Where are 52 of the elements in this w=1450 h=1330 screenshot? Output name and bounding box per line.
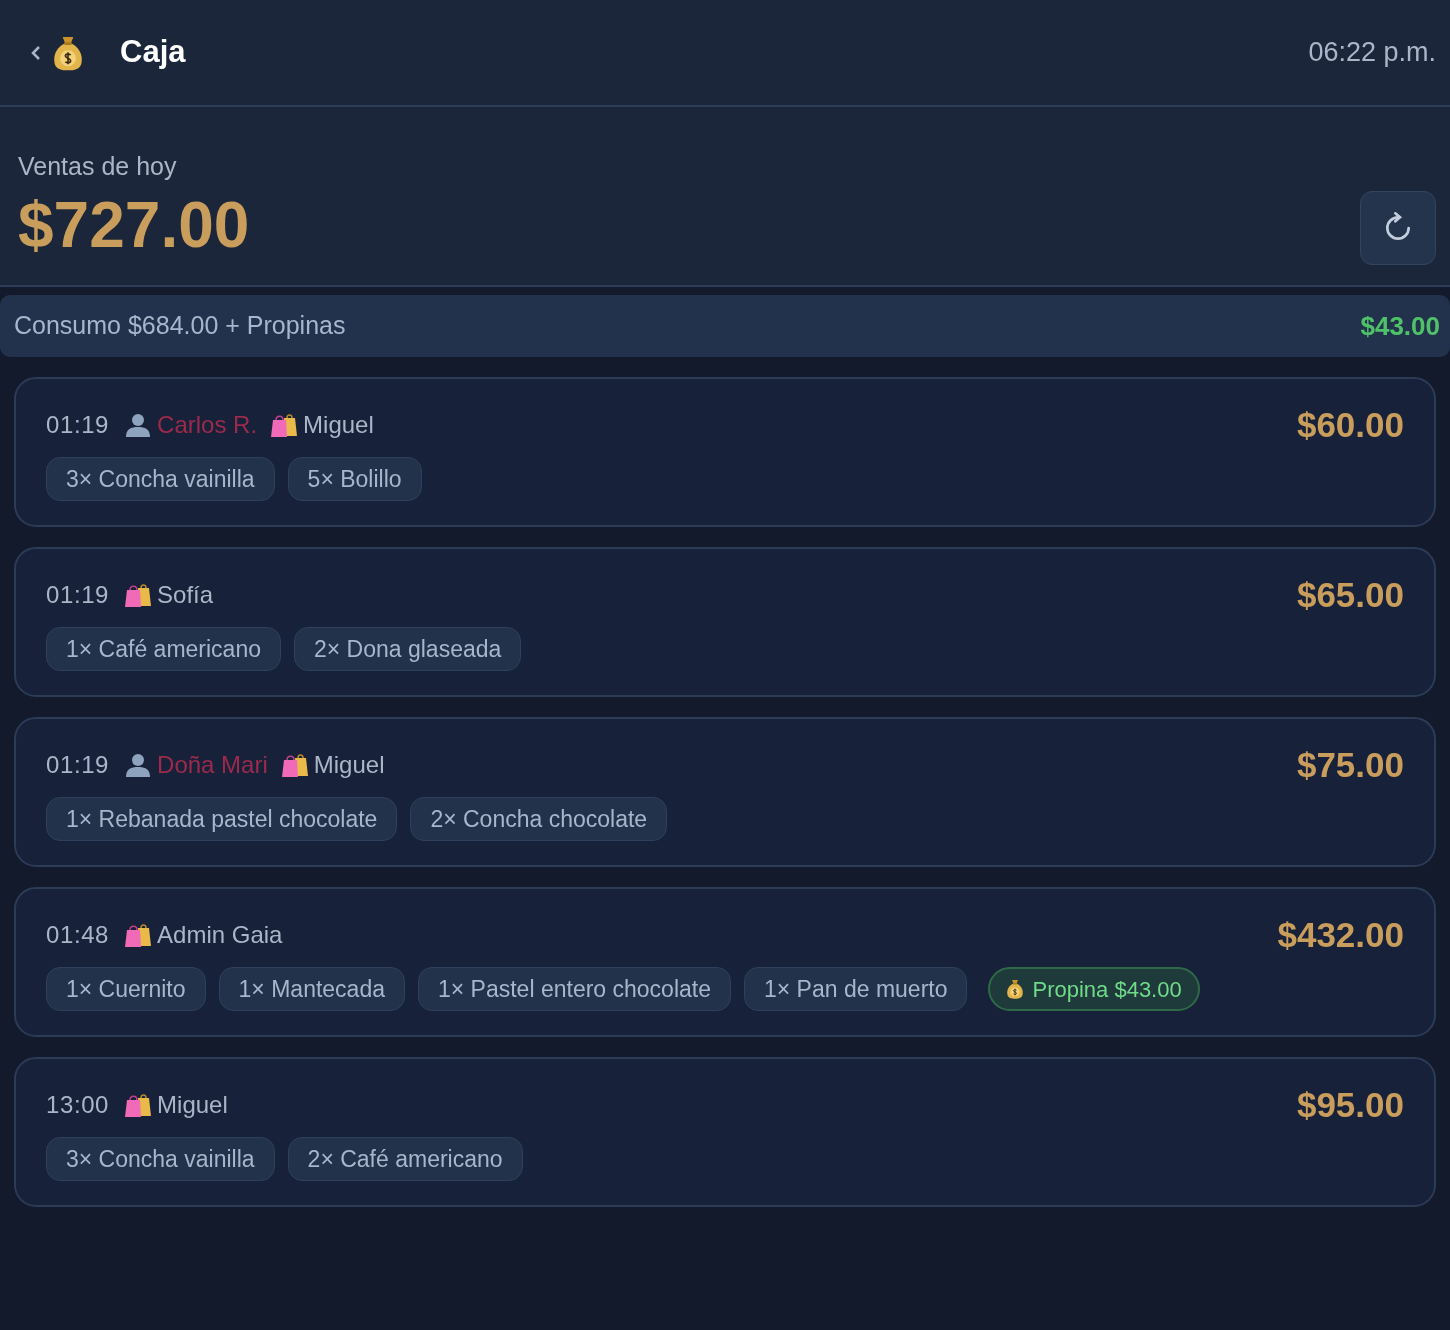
order-time: 01:19	[46, 580, 110, 610]
breakdown-label: Consumo $684.00 + Propinas	[14, 310, 346, 342]
item-chip: 1× Pastel entero chocolate	[418, 967, 731, 1011]
item-chip: 1× Cuernito	[46, 967, 206, 1011]
order-total: $65.00	[1296, 575, 1404, 615]
chevron-left-icon	[30, 43, 42, 62]
seller-name: Admin Gaia	[157, 920, 283, 950]
order-time: 13:00	[46, 1090, 110, 1120]
item-chip: 1× Café americano	[46, 627, 281, 671]
shopping-bags-icon	[125, 1093, 152, 1117]
customer-name: Doña Mari	[157, 750, 268, 780]
shopping-bags-icon	[125, 583, 152, 607]
tips-total: $43.00	[1360, 309, 1440, 343]
item-chip: 1× Pan de muerto	[744, 967, 968, 1011]
person-icon	[125, 413, 152, 437]
seller-name: Miguel	[157, 1090, 228, 1120]
sales-label: Ventas de hoy	[18, 150, 178, 182]
seller-name: Sofía	[157, 580, 214, 610]
order-total: $95.00	[1296, 1085, 1404, 1125]
item-chip: 5× Bolillo	[287, 457, 422, 501]
item-chip: 1× Rebanada pastel chocolate	[46, 797, 398, 841]
seller-name: Miguel	[313, 750, 385, 780]
sales-total: $727.00	[18, 188, 250, 263]
order-total: $75.00	[1296, 745, 1404, 785]
item-chip: 1× Mantecada	[218, 967, 405, 1011]
page-title: Caja	[120, 33, 186, 72]
order-total: $432.00	[1277, 915, 1404, 955]
shopping-bags-icon	[125, 923, 152, 947]
order-card[interactable]: 01:19 Doña Mari Miguel 1× Rebanada pastel chocolate 2× Concha chocolate $75.00	[14, 717, 1436, 867]
item-chip: 3× Concha vainilla	[46, 457, 275, 501]
shopping-bags-icon	[271, 413, 298, 437]
money-bag-icon	[1006, 978, 1025, 1000]
order-time: 01:19	[46, 750, 110, 780]
shopping-bags-icon	[281, 753, 308, 777]
person-icon	[125, 753, 152, 777]
item-chip: 2× Dona glaseada	[294, 627, 522, 671]
order-card[interactable]: 13:00 Miguel 3× Concha vainilla 2× Café americano $95.00	[14, 1057, 1436, 1207]
clock-time: 06:22 p.m.	[1308, 36, 1436, 70]
order-card[interactable]: 01:19 Carlos R. Miguel 3× Concha vainilla 5× Bolillo $60.00	[14, 377, 1436, 527]
item-chip: 2× Café americano	[287, 1137, 523, 1181]
order-time: 01:48	[46, 920, 110, 950]
back-button[interactable]	[30, 43, 42, 62]
order-card[interactable]: 01:19 Sofía 1× Café americano 2× Dona glaseada $65.00	[14, 547, 1436, 697]
refresh-button[interactable]	[1360, 191, 1436, 265]
order-time: 01:19	[46, 410, 110, 440]
customer-name: Carlos R.	[157, 410, 258, 440]
order-total: $60.00	[1296, 405, 1404, 445]
tip-label: Propina $43.00	[1032, 975, 1182, 1004]
order-card[interactable]: 01:48 Admin Gaia 1× Cuernito 1× Mantecada 1× Pastel entero chocolate 1× Pan de muerto Propina $43.00 $432.00	[14, 887, 1436, 1037]
seller-name: Miguel	[303, 410, 374, 440]
item-chip: 2× Concha chocolate	[410, 797, 668, 841]
item-chip: 3× Concha vainilla	[46, 1137, 275, 1181]
